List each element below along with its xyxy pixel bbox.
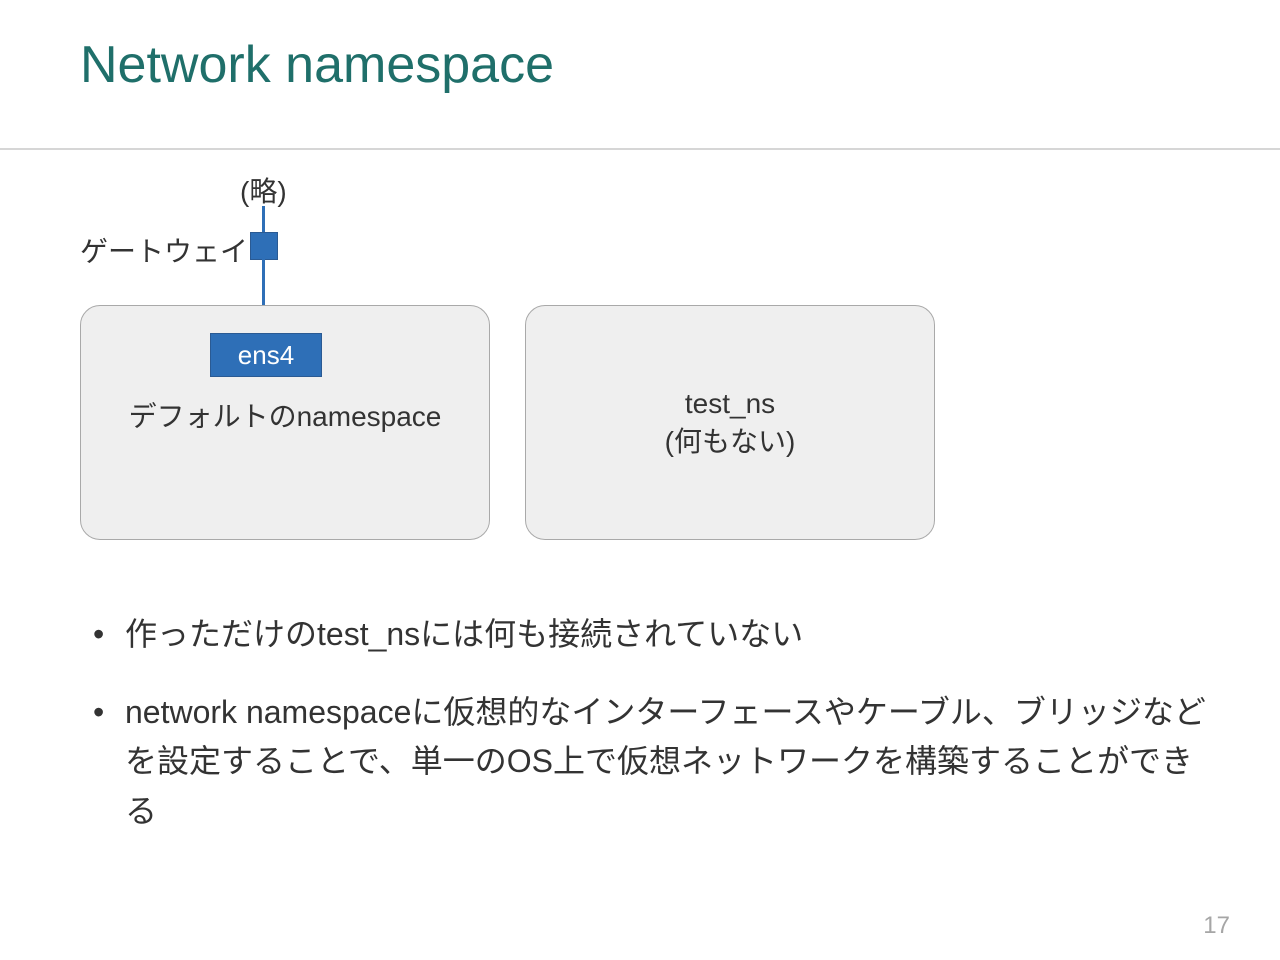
interface-ens4: ens4 xyxy=(210,333,322,377)
test-ns-note: (何もない) xyxy=(665,426,796,457)
abbrev-label: (略) xyxy=(240,170,287,210)
page-number: 17 xyxy=(1203,912,1230,940)
slide: Network namespace (略) ゲートウェイ ens4 デフォルトの… xyxy=(0,0,1280,960)
bullet-list: 作っただけのtest_nsには何も接続されていない network namesp… xyxy=(85,610,1210,864)
test-ns-name: test_ns xyxy=(685,388,775,419)
gateway-node-icon xyxy=(250,232,278,260)
default-namespace-label: デフォルトのnamespace xyxy=(80,395,490,435)
bullet-text: 作っただけのtest_nsには何も接続されていない xyxy=(125,616,803,652)
title-rule xyxy=(0,148,1280,150)
bullet-item: 作っただけのtest_nsには何も接続されていない xyxy=(85,610,1210,660)
gateway-label: ゲートウェイ xyxy=(80,230,248,270)
test-namespace-label: test_ns (何もない) xyxy=(525,385,935,461)
network-diagram: (略) ゲートウェイ ens4 デフォルトのnamespace test_ns … xyxy=(80,160,980,590)
slide-title: Network namespace xyxy=(80,35,554,95)
bullet-item: network namespaceに仮想的なインターフェースやケーブル、ブリッジ… xyxy=(85,688,1210,837)
bullet-text: network namespaceに仮想的なインターフェースやケーブル、ブリッジ… xyxy=(125,694,1206,829)
link-line-top xyxy=(262,206,265,233)
